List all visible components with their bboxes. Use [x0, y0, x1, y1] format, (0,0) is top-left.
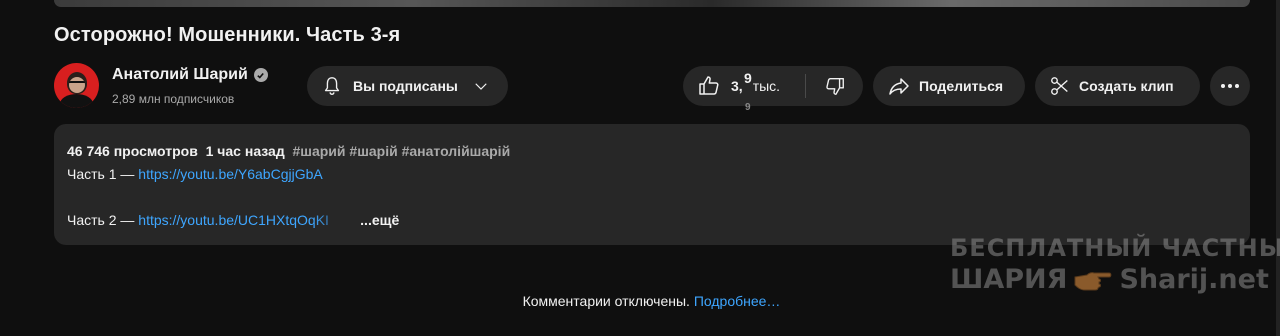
dislike-button[interactable] — [806, 66, 863, 106]
pointing-hand-icon — [1073, 269, 1113, 291]
hashtags[interactable]: #шарий #шарій #анатолійшарій — [293, 143, 511, 159]
channel-name[interactable]: Анатолий Шарий — [112, 66, 248, 84]
like-count: 3, — [731, 78, 743, 94]
like-count-overflow-top: 9 — [744, 70, 752, 86]
comments-disabled-notice: Комментарии отключены. Подробнее… — [0, 293, 1280, 309]
like-count-overflow-bottom: 9 — [745, 102, 751, 113]
channel-avatar[interactable] — [54, 63, 99, 108]
description-box[interactable]: 46 746 просмотров 1 час назад #шарий #ша… — [54, 124, 1250, 245]
learn-more-link[interactable]: Подробнее… — [694, 293, 781, 309]
video-player-bottom-edge[interactable] — [54, 0, 1250, 7]
part1-label: Часть 1 — — [67, 166, 135, 182]
video-title: Осторожно! Мошенники. Часть 3-я — [54, 24, 401, 46]
like-count-unit: тыс. — [752, 78, 781, 94]
thumb-down-icon — [824, 75, 846, 97]
page-scrollbar[interactable] — [1276, 0, 1280, 336]
subscriber-count: 2,89 млн подписчиков — [112, 92, 235, 106]
verified-check-icon — [253, 68, 268, 82]
create-clip-label: Создать клип — [1079, 78, 1174, 94]
part1-link[interactable]: https://youtu.be/Y6abCgjjGbA — [138, 166, 322, 182]
description-meta: 46 746 просмотров 1 час назад #шарий #ша… — [67, 140, 1237, 163]
chevron-down-icon — [472, 77, 490, 95]
share-arrow-icon — [887, 74, 911, 98]
description-line-1: Часть 1 — https://youtu.be/Y6abCgjjGbA — [67, 163, 1237, 186]
watermark: БЕСПЛАТНЫЙ ЧАСТНЫЙ ШАРИЯ Sharij.net — [950, 234, 1280, 295]
watermark-line-2: ШАРИЯ Sharij.net — [950, 264, 1269, 295]
share-button[interactable]: Поделиться — [873, 66, 1025, 106]
subscribed-button[interactable]: Вы подписаны — [307, 66, 508, 106]
channel-name-row[interactable]: Анатолий Шарий — [112, 66, 268, 84]
more-actions-button[interactable] — [1210, 66, 1250, 106]
description-line-2: Часть 2 — https://youtu.be/UC1HXtqOqKI .… — [67, 209, 1237, 232]
like-button[interactable]: 9 3, 9 тыс. — [683, 66, 805, 113]
watermark-left: ШАРИЯ — [950, 264, 1068, 295]
comments-disabled-text: Комментарии отключены. — [522, 293, 690, 309]
like-dislike-group: 9 3, 9 тыс. — [683, 66, 863, 113]
watermark-right: Sharij.net — [1119, 264, 1269, 295]
more-horiz-icon — [1220, 83, 1240, 89]
watermark-line-1: БЕСПЛАТНЫЙ ЧАСТНЫЙ — [950, 234, 1280, 262]
create-clip-button[interactable]: Создать клип — [1035, 66, 1200, 106]
view-count: 46 746 просмотров — [67, 143, 198, 159]
bell-icon — [321, 75, 343, 97]
upload-time: 1 час назад — [205, 143, 285, 159]
subscribed-label: Вы подписаны — [353, 78, 458, 94]
description-blank-line — [67, 186, 1237, 209]
show-more-button[interactable]: ...ещё — [360, 212, 399, 228]
part2-link[interactable]: https://youtu.be/UC1HXtqOqKI — [138, 209, 356, 232]
scissors-icon — [1049, 75, 1071, 97]
share-label: Поделиться — [919, 78, 1004, 94]
thumb-up-icon — [697, 74, 721, 98]
part2-label: Часть 2 — — [67, 212, 135, 228]
